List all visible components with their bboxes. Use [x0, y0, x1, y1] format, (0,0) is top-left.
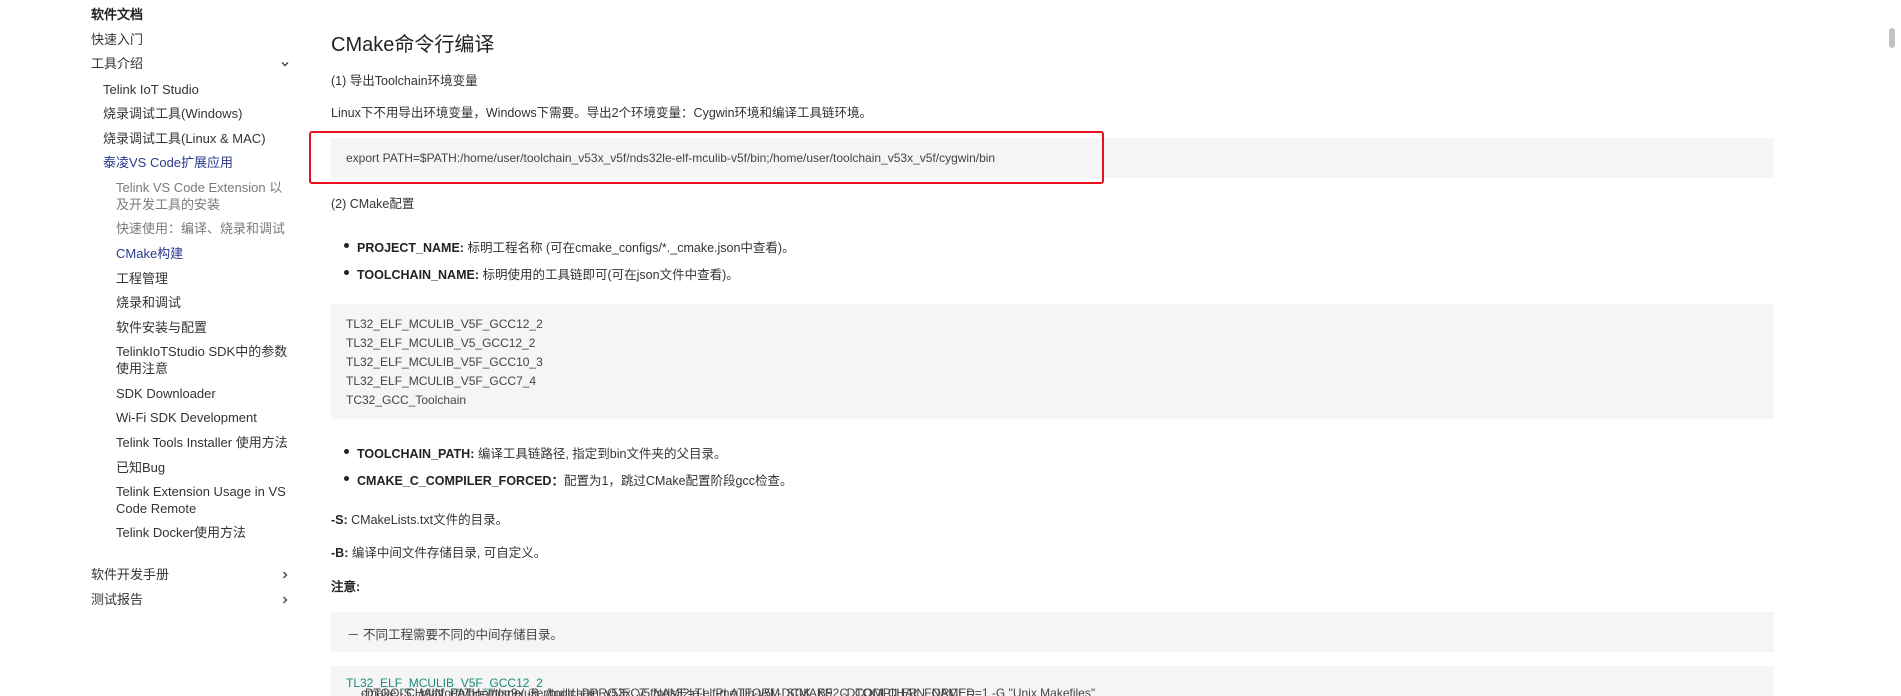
sidebar-item-vscode-install[interactable]: Telink VS Code Extension 以及开发工具的安装 — [116, 179, 292, 213]
sidebar-section-title[interactable]: 软件文档 — [91, 6, 143, 23]
sidebar-item-project[interactable]: 工程管理 — [116, 270, 168, 287]
list-item: PROJECT_NAME: 标明工程名称 (可在cmake_configs/*.… — [357, 241, 795, 255]
code-line: TC32_GCC_Toolchain — [346, 393, 467, 407]
bullet — [344, 270, 349, 275]
note-label: 注意: — [331, 580, 361, 594]
cmake-command[interactable]: cmake -S ./platform/boot/tlsr9x -B ./bui… — [346, 676, 1095, 696]
highlight-box — [309, 131, 1104, 184]
code-line: TL32_ELF_MCULIB_V5F_GCC10_3 — [346, 355, 543, 369]
sidebar-item-vscode-remote[interactable]: Telink Extension Usage in VS Code Remote — [116, 483, 292, 517]
sidebar-item-sdk-downloader[interactable]: SDK Downloader — [116, 385, 216, 402]
sidebar-item-burn-debug[interactable]: 烧录和调试 — [116, 294, 181, 311]
cmake-command-block[interactable]: cmake -S ./platform/boot/tlsr9x -B ./bui… — [331, 666, 1774, 696]
sidebar: 软件文档 快速入门 工具介绍 Telink IoT Studio 烧录调试工具(… — [0, 0, 300, 684]
sidebar-item-dev-manual[interactable]: 软件开发手册 — [91, 566, 169, 583]
sidebar-item-vscode[interactable]: 泰凌VS Code扩展应用 — [103, 154, 233, 171]
bullet — [344, 449, 349, 454]
bullet — [344, 243, 349, 248]
scrollbar-thumb[interactable] — [1889, 28, 1895, 48]
code-line: TL32_ELF_MCULIB_V5_GCC12_2 — [346, 336, 536, 350]
note-block: － 不同工程需要不同的中间存储目录。 — [331, 612, 1774, 652]
sidebar-item-quick-use[interactable]: 快速使用：编译、烧录和调试 — [116, 220, 285, 237]
sidebar-item-burn-win[interactable]: 烧录调试工具(Windows) — [103, 105, 242, 122]
sidebar-item-install[interactable]: 软件安装与配置 — [116, 319, 207, 336]
bullet — [344, 476, 349, 481]
chevron-right-icon[interactable] — [279, 569, 291, 581]
option-b: -B: 编译中间文件存储目录, 可自定义。 — [331, 546, 547, 560]
chevron-right-icon[interactable] — [279, 594, 291, 606]
list-item: CMAKE_C_COMPILER_FORCED：配置为1，跳过CMake配置阶段… — [357, 474, 793, 488]
page-title: CMake命令行编译 — [331, 34, 495, 56]
sidebar-item-wifi-sdk[interactable]: Wi-Fi SDK Development — [116, 409, 257, 426]
sidebar-item-sdk-params[interactable]: TelinkIoTStudio SDK中的参数使用注意 — [116, 343, 292, 377]
sidebar-item-tools-installer[interactable]: Telink Tools Installer 使用方法 — [116, 434, 288, 451]
sidebar-item-burn-linux[interactable]: 烧录调试工具(Linux & MAC) — [103, 130, 266, 147]
sidebar-item-quick-start[interactable]: 快速入门 — [91, 31, 143, 48]
list-item: TOOLCHAIN_NAME: 标明使用的工具链即可(可在json文件中查看)。 — [357, 268, 739, 282]
code-line: TL32_ELF_MCULIB_V5F_GCC7_4 — [346, 374, 537, 388]
step1-heading: (1) 导出Toolchain环境变量 — [331, 74, 478, 88]
sidebar-item-docker[interactable]: Telink Docker使用方法 — [116, 524, 246, 541]
list-item: TOOLCHAIN_PATH: 编译工具链路径, 指定到bin文件夹的父目录。 — [357, 447, 727, 461]
sidebar-item-tools[interactable]: 工具介绍 — [91, 55, 143, 72]
code-line: TL32_ELF_MCULIB_V5F_GCC12_2 — [346, 317, 543, 331]
sidebar-item-test-report[interactable]: 测试报告 — [91, 591, 143, 608]
sidebar-item-known-bug[interactable]: 已知Bug — [116, 459, 165, 476]
step2-heading: (2) CMake配置 — [331, 197, 415, 211]
doc-content: CMake命令行编译 (1) 导出Toolchain环境变量 Linux下不用导… — [309, 0, 1776, 696]
chevron-down-icon[interactable] — [279, 58, 291, 70]
toolchain-code-block[interactable]: TL32_ELF_MCULIB_V5F_GCC12_2 TL32_ELF_MCU… — [331, 304, 1774, 419]
note-text: － 不同工程需要不同的中间存储目录。 — [347, 628, 563, 642]
sidebar-item-cmake[interactable]: CMake构建 — [116, 245, 183, 262]
sidebar-item-iot-studio[interactable]: Telink IoT Studio — [103, 81, 199, 98]
option-s: -S: CMakeLists.txt文件的目录。 — [331, 513, 509, 527]
step1-description: Linux下不用导出环境变量，Windows下需要。导出2个环境变量：Cygwi… — [331, 106, 873, 120]
